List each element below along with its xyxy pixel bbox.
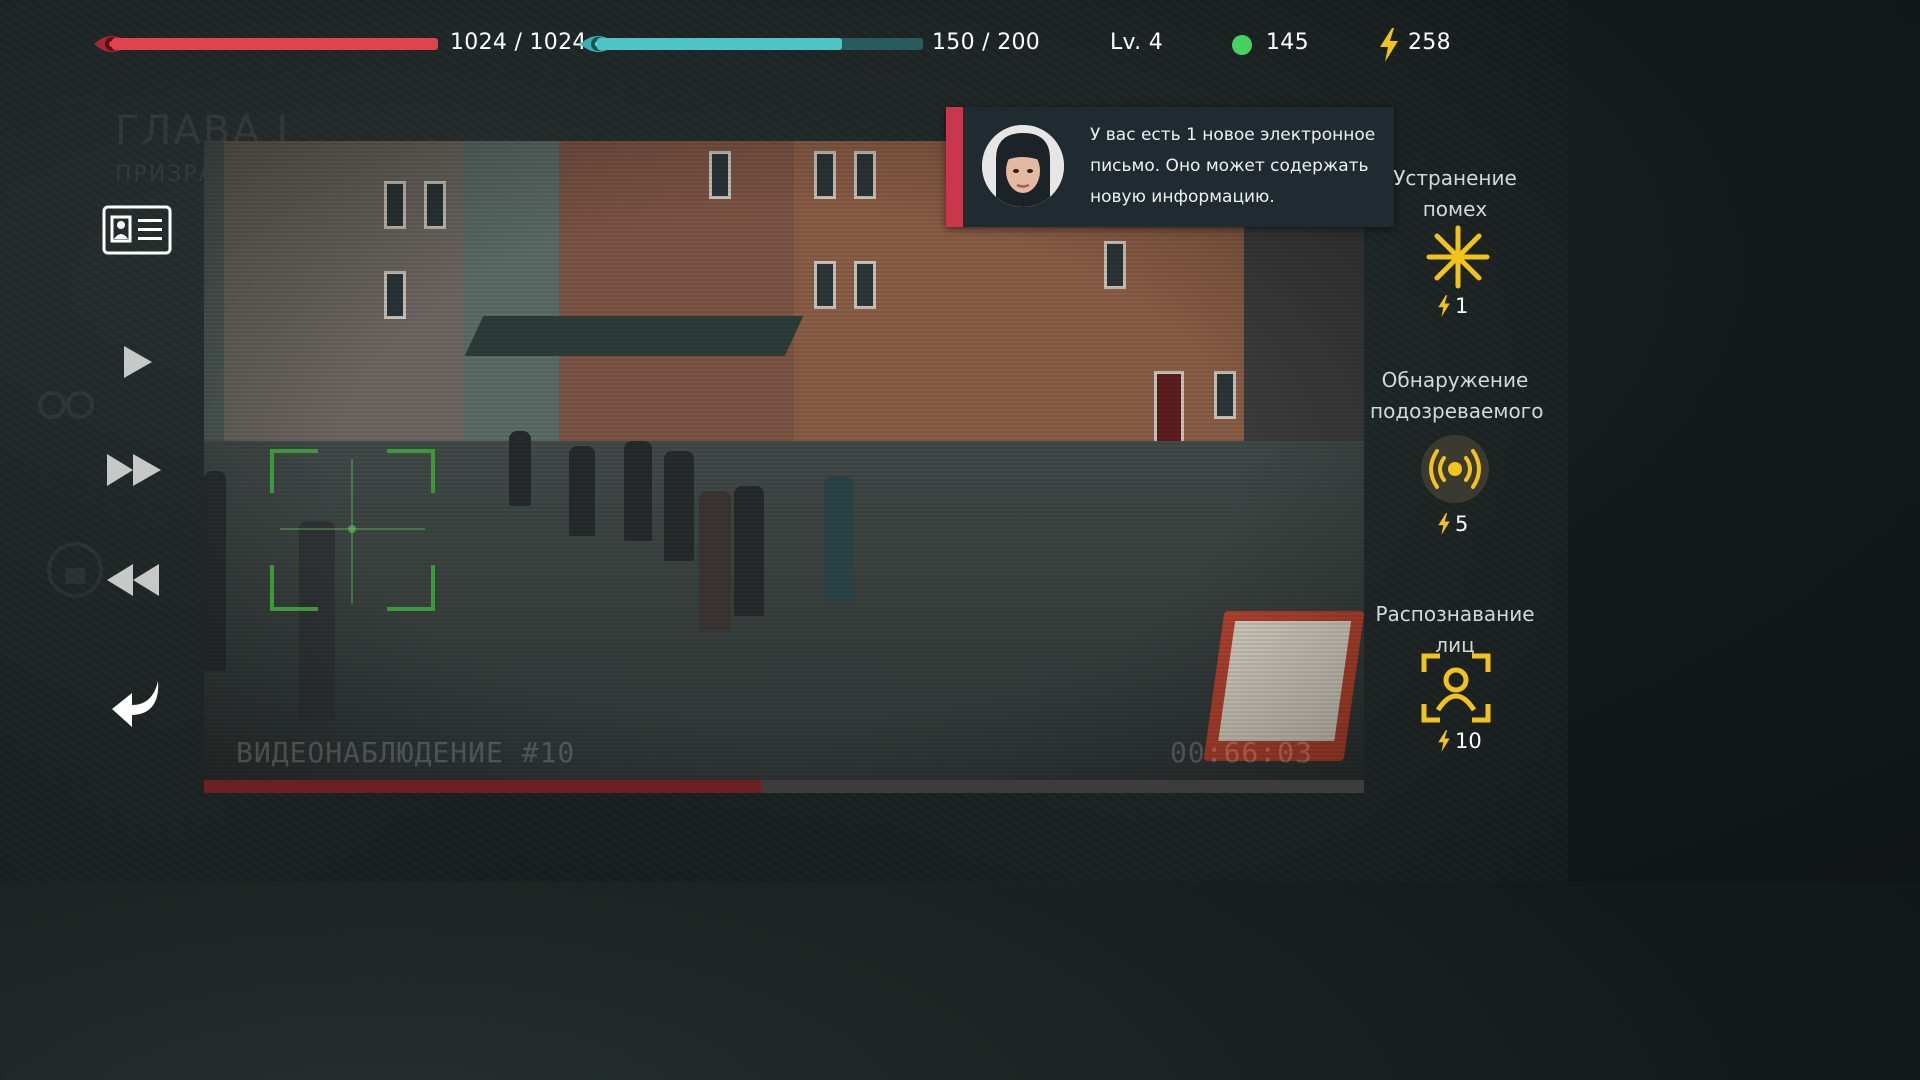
- play-icon: [124, 346, 152, 378]
- lightning-icon: [1438, 730, 1450, 752]
- lightning-icon: [1438, 295, 1450, 317]
- rewind-button[interactable]: [102, 556, 164, 604]
- mana-bar: [597, 38, 923, 50]
- energy-count: 258: [1408, 30, 1451, 55]
- woman-portrait-icon: [982, 125, 1064, 207]
- play-button[interactable]: [112, 338, 160, 386]
- lock-icon: [47, 542, 103, 598]
- camera-label: ВИДЕОНАБЛЮДЕНИЕ #10: [236, 736, 576, 769]
- mana-bar-fill: [597, 38, 842, 50]
- video-progress-bar[interactable]: [204, 780, 1364, 793]
- coins-count: 145: [1266, 30, 1309, 55]
- suspect-detection-icon[interactable]: [1420, 434, 1490, 504]
- ability-cost-value: 5: [1455, 512, 1469, 536]
- ability-cost-value: 1: [1455, 294, 1469, 318]
- ability-cost-face-recognition: 10: [1437, 729, 1482, 753]
- coin-icon: [1232, 35, 1252, 55]
- notification-accent: [946, 107, 963, 227]
- notification-text: У вас есть 1 новое электронное письмо. О…: [1090, 125, 1376, 207]
- top-hud: 1024 / 1024 150 / 200 Lv. 4 145 258: [0, 0, 1568, 90]
- avatar: [982, 125, 1064, 207]
- fast-forward-icon: [107, 454, 161, 486]
- health-bar-fill: [112, 38, 438, 50]
- mana-text: 150 / 200: [932, 30, 1041, 55]
- ability-title-suspect-detection: Обнаружение подозреваемого: [1370, 368, 1544, 423]
- back-button[interactable]: [108, 675, 168, 735]
- rewind-icon: [107, 564, 159, 596]
- id-card-icon: [102, 205, 172, 255]
- video-progress-fill: [204, 780, 761, 793]
- face-recognition-icon[interactable]: [1420, 652, 1492, 724]
- target-reticle[interactable]: [270, 449, 435, 611]
- fast-forward-button[interactable]: [104, 446, 166, 494]
- ability-cost-value: 10: [1455, 729, 1482, 753]
- back-arrow-icon: [112, 681, 159, 727]
- chapter-subtitle: ПРИЗРА: [115, 162, 216, 187]
- binoculars-icon: [38, 391, 94, 419]
- ability-cost-suspect-detection: 5: [1437, 512, 1468, 536]
- ability-cost-noise-removal: 1: [1437, 294, 1468, 318]
- ability-title-noise-removal: Устранение помех: [1393, 166, 1517, 221]
- health-bar: [112, 38, 438, 50]
- level-text: Lv. 4: [1110, 30, 1164, 55]
- lightning-icon: [1380, 28, 1398, 62]
- timecode: 00:66:03: [1170, 736, 1313, 769]
- lightning-icon: [1438, 513, 1450, 535]
- health-text: 1024 / 1024: [450, 30, 587, 55]
- dossier-button[interactable]: [102, 205, 172, 255]
- noise-removal-icon[interactable]: [1425, 224, 1491, 290]
